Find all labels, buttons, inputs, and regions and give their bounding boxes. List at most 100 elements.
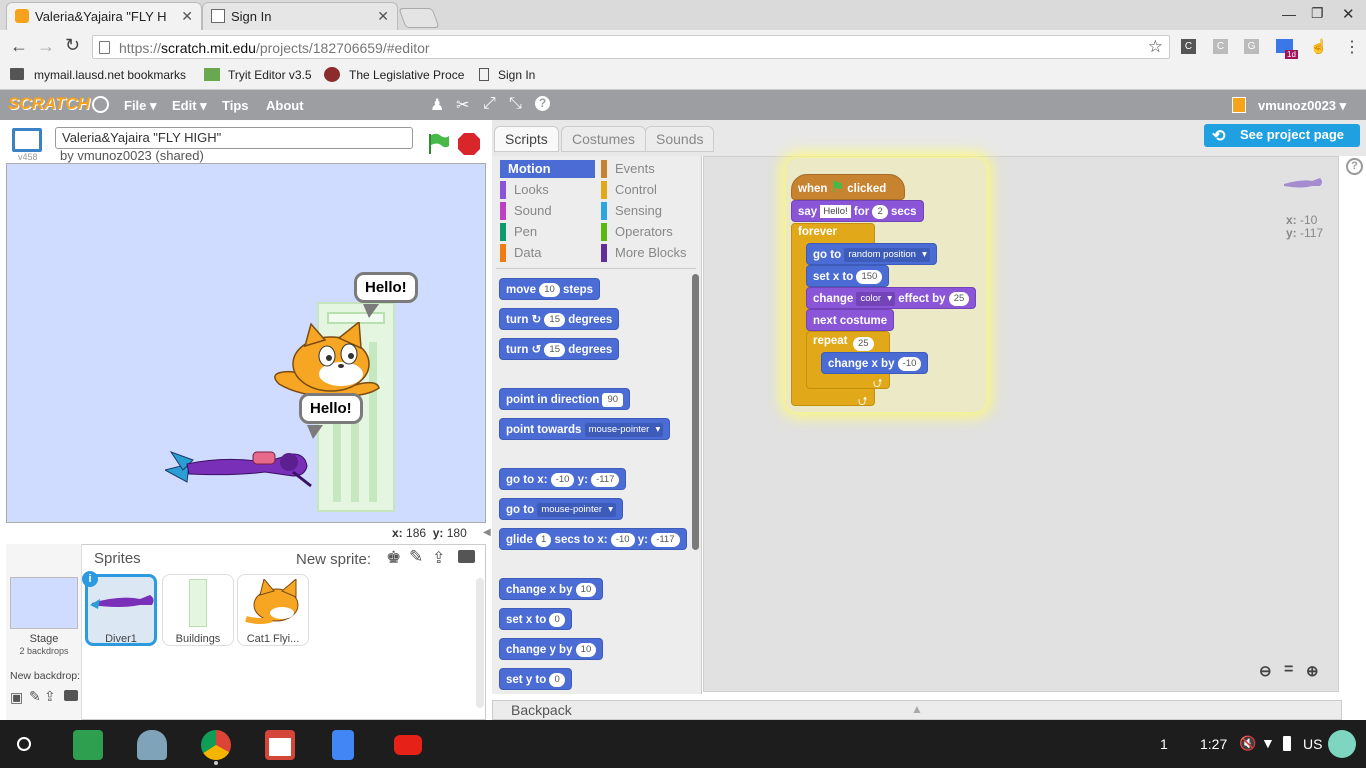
backdrop-camera-icon[interactable] [64, 690, 78, 701]
number-input[interactable]: -10 [610, 532, 635, 547]
number-input[interactable]: 25 [948, 291, 970, 306]
block-point-towards[interactable]: point towards mouse-pointer [499, 418, 671, 440]
grow-icon[interactable]: ⤢ [483, 95, 496, 113]
back-icon[interactable]: ← [10, 36, 28, 57]
reload-icon[interactable]: ↻ [65, 35, 80, 56]
extension-g-icon[interactable]: G [1244, 39, 1259, 54]
user-menu[interactable]: vmunoz0023 ▾ [1258, 98, 1346, 114]
block-set-x[interactable]: set x to 0 [499, 608, 572, 630]
number-input[interactable]: 150 [856, 269, 883, 284]
zoom-out-icon[interactable]: ⊖ [1259, 662, 1272, 680]
minimize-icon[interactable]: — [1282, 6, 1296, 22]
category-operators[interactable]: Operators [601, 223, 696, 241]
launcher-icon[interactable] [17, 737, 31, 751]
expand-arrow-icon[interactable]: ▲ [911, 702, 923, 716]
change-effect-block[interactable]: change color effect by 25 [806, 287, 977, 309]
number-input[interactable]: 10 [575, 582, 597, 597]
number-input[interactable]: -117 [651, 532, 680, 547]
close-icon[interactable]: ✕ [377, 8, 389, 25]
number-input[interactable]: 0 [549, 672, 565, 687]
close-icon[interactable]: ✕ [181, 8, 193, 25]
stage-canvas[interactable]: Hello! Hello! [6, 163, 486, 523]
restore-icon[interactable]: ❐ [1311, 5, 1324, 22]
menu-dots-icon[interactable]: ⋮ [1344, 37, 1360, 57]
category-pen[interactable]: Pen [500, 223, 595, 241]
green-flag-icon[interactable] [427, 132, 449, 159]
delete-scissors-icon[interactable]: ✂ [456, 95, 469, 115]
info-icon[interactable]: i [82, 571, 98, 587]
see-project-page-button[interactable]: ⟲ See project page [1204, 124, 1360, 147]
classroom-icon[interactable] [73, 730, 103, 760]
block-change-x[interactable]: change x by 10 [499, 578, 604, 600]
zoom-reset-icon[interactable]: = [1284, 661, 1293, 679]
palette-scrollbar[interactable] [692, 274, 699, 550]
stop-icon[interactable] [457, 132, 481, 159]
extension-c-icon[interactable]: C [1181, 39, 1196, 54]
cat-sprite[interactable] [269, 320, 381, 401]
block-goto-xy[interactable]: go to x: -10 y: -117 [499, 468, 627, 490]
duplicate-icon[interactable]: ♟ [430, 95, 444, 115]
direction-dropdown[interactable]: 90 [602, 392, 624, 407]
forward-icon[interactable]: → [37, 36, 55, 57]
block-point-direction[interactable]: point in direction 90 [499, 388, 631, 410]
help-icon[interactable]: ? [535, 96, 550, 111]
category-sound[interactable]: Sound [500, 202, 595, 220]
clock[interactable]: 1:27 [1200, 736, 1227, 752]
menu-tips[interactable]: Tips [222, 98, 249, 113]
wifi-icon[interactable]: ▼ [1261, 735, 1275, 751]
chrome-icon[interactable] [201, 730, 231, 760]
user-avatar-icon[interactable] [1328, 730, 1356, 758]
bookmark-tryit[interactable]: Tryit Editor v3.5 [228, 68, 312, 82]
target-dropdown[interactable]: mouse-pointer [537, 502, 617, 517]
fullscreen-icon[interactable] [12, 128, 42, 152]
collapse-stage-icon[interactable]: ◀ [483, 527, 491, 538]
category-looks[interactable]: Looks [500, 181, 595, 199]
tab-project[interactable]: Valeria&Yajaira "FLY H ✕ [6, 2, 202, 30]
stage-thumbnail[interactable] [10, 577, 78, 629]
new-tab-button[interactable] [398, 8, 440, 28]
number-input[interactable]: 15 [544, 312, 565, 327]
page-info-icon[interactable] [99, 41, 110, 54]
when-flag-clicked-block[interactable]: when ⚑ clicked [791, 174, 905, 200]
paint-brush-icon[interactable]: ✎ [409, 547, 423, 567]
battery-icon[interactable] [1283, 736, 1291, 751]
text-input[interactable]: Hello! [820, 205, 851, 219]
number-input[interactable]: 15 [544, 342, 565, 357]
number-input[interactable]: -117 [591, 472, 620, 487]
shrink-icon[interactable]: ⤡ [509, 95, 522, 113]
bookmark-legislative[interactable]: The Legislative Proce [349, 68, 464, 82]
globe-icon[interactable] [92, 96, 109, 113]
block-change-y[interactable]: change y by 10 [499, 638, 604, 660]
sprite-thumb-diver[interactable]: i Diver1 [82, 571, 157, 646]
block-glide[interactable]: glide 1 secs to x: -10 y: -117 [499, 528, 687, 550]
sprite-thumb-cat[interactable]: Cat1 Flyi... [237, 574, 309, 646]
number-input[interactable]: 25 [853, 337, 874, 351]
shield-app-icon[interactable] [137, 730, 167, 760]
tab-signin[interactable]: Sign In ✕ [202, 2, 398, 30]
number-input[interactable]: 2 [872, 204, 888, 219]
number-input[interactable]: -10 [550, 472, 575, 487]
user-avatar-icon[interactable] [1232, 97, 1246, 113]
input-locale[interactable]: US [1303, 736, 1322, 752]
address-bar[interactable]: https://scratch.mit.edu/projects/1827066… [92, 35, 1170, 59]
menu-file[interactable]: File ▾ [124, 98, 157, 114]
star-icon[interactable]: ☆ [1148, 37, 1163, 57]
target-dropdown[interactable]: mouse-pointer [584, 422, 664, 437]
change-x-block[interactable]: change x by -10 [821, 352, 929, 374]
tab-sounds[interactable]: Sounds [645, 126, 715, 152]
backdrop-library-icon[interactable]: ▣ [10, 689, 23, 706]
category-more-blocks[interactable]: More Blocks [601, 244, 696, 262]
sprite-scrollbar[interactable] [476, 578, 484, 708]
category-data[interactable]: Data [500, 244, 595, 262]
block-goto[interactable]: go to mouse-pointer [499, 498, 624, 520]
upload-icon[interactable]: ⇪ [432, 548, 445, 568]
block-turn-right[interactable]: turn ↻ 15 degrees [499, 308, 620, 330]
go-to-block[interactable]: go to random position [806, 243, 937, 265]
target-dropdown[interactable]: random position [844, 247, 930, 262]
set-x-block[interactable]: set x to 150 [806, 265, 890, 287]
block-move[interactable]: move 10 steps [499, 278, 601, 300]
extension-c2-icon[interactable]: C [1213, 39, 1228, 54]
tab-scripts[interactable]: Scripts [494, 126, 559, 152]
backdrop-upload-icon[interactable]: ⇪ [44, 688, 56, 705]
category-motion[interactable]: Motion [500, 160, 595, 178]
